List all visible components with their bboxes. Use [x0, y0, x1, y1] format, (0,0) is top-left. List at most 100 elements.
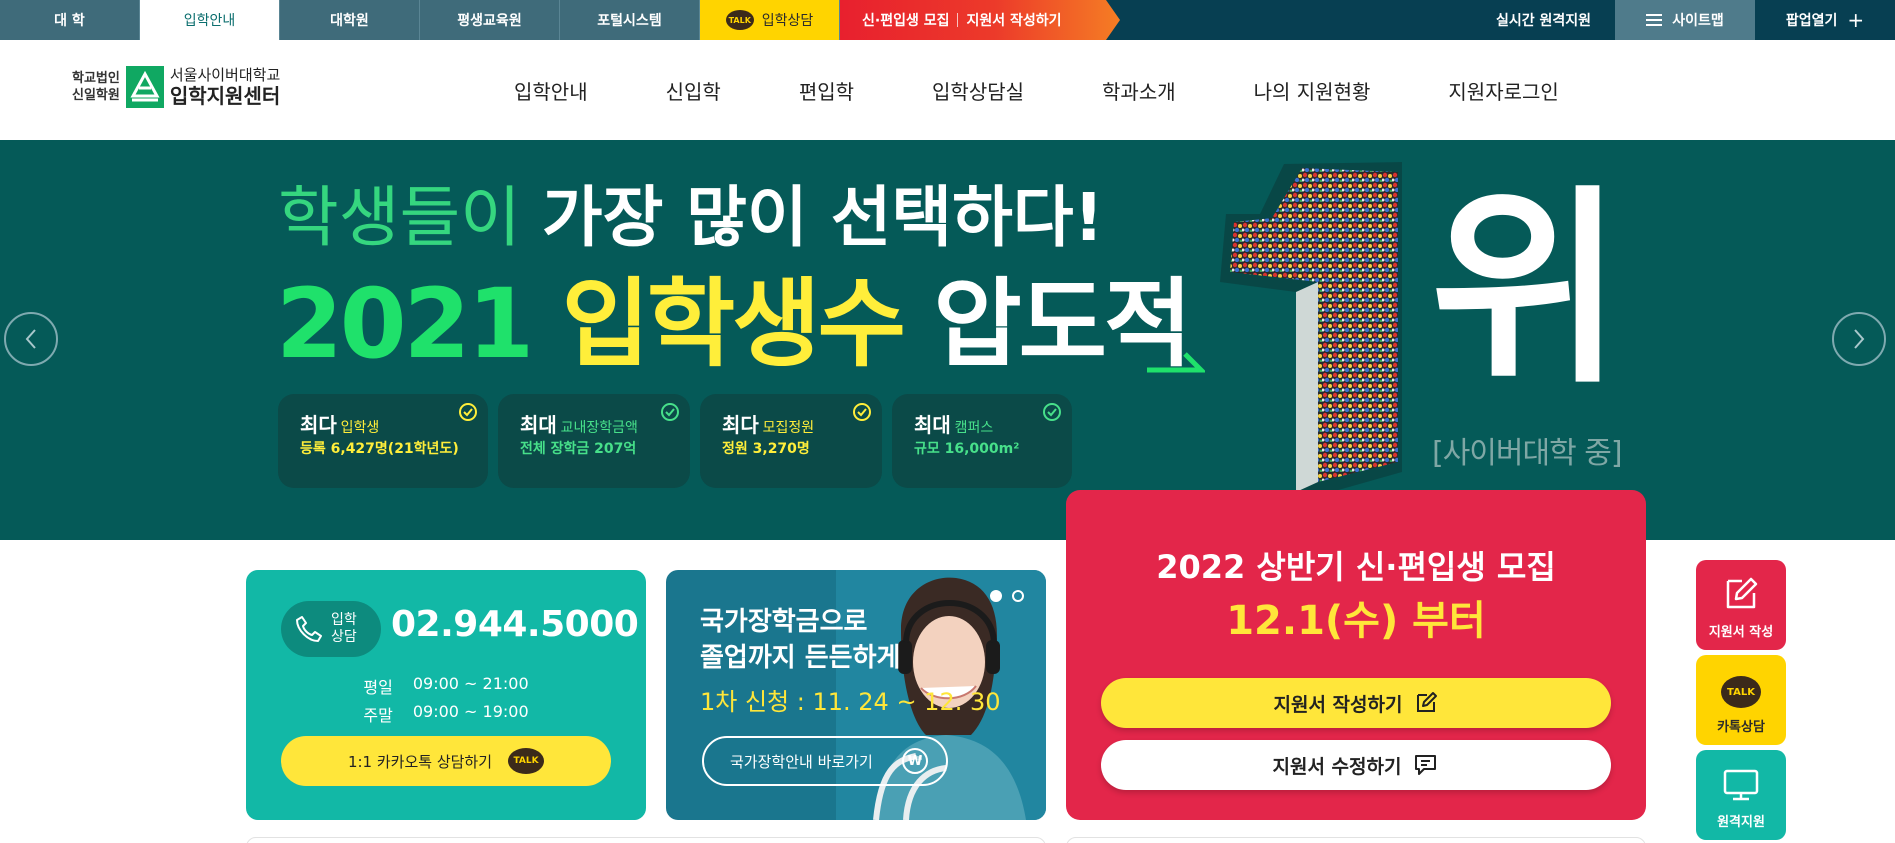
- slide-dot[interactable]: [1012, 590, 1024, 602]
- write-application-button[interactable]: 지원서 작성하기: [1101, 678, 1611, 728]
- kakao-talk-icon: TALK: [508, 748, 545, 774]
- stat-max: 최다: [722, 413, 759, 437]
- recruit-promo-link[interactable]: 신·편입생 모집 지원서 작성하기: [840, 0, 1120, 40]
- stat-max: 최대: [914, 413, 951, 437]
- slide-dot[interactable]: [990, 590, 1002, 602]
- tab-admission-guide[interactable]: 입학안내: [140, 0, 280, 40]
- tab-lifelong-education[interactable]: 평생교육원: [420, 0, 560, 40]
- kakao-counsel-button[interactable]: 1:1 카카오톡 상담하기 TALK: [281, 736, 611, 786]
- scholarship-headline-line1: 국가장학금으로: [700, 607, 868, 637]
- hours-row-weekend: 주말 09:00 ~ 19:00: [363, 702, 528, 726]
- check-circle-icon: [853, 403, 871, 421]
- slide-prev-button[interactable]: [4, 312, 58, 366]
- edit-application-label: 지원서 수정하기: [1272, 755, 1402, 778]
- scholarship-headline: 국가장학금으로 졸업까지 든든하게: [700, 604, 900, 676]
- slide-pagination: [990, 590, 1024, 602]
- recruitment-date: 12.1(수) 부터: [1226, 598, 1486, 644]
- slide-next-button[interactable]: [1832, 312, 1886, 366]
- hours-row-weekday: 평일 09:00 ~ 21:00: [363, 674, 528, 698]
- counsel-pill-label: 입학 상담: [331, 612, 357, 646]
- quick-remote-support[interactable]: 원격지원: [1696, 750, 1786, 840]
- quick-kakao-label: 카톡상담: [1717, 720, 1765, 735]
- edit-icon: [1417, 692, 1438, 712]
- check-circle-icon: [459, 403, 477, 421]
- stat-card: 최다 입학생 등록 6,427명(21학년도): [278, 394, 488, 488]
- hero-subheadline: 2021 입학생수 압도적: [276, 272, 1192, 376]
- stat-label: 교내장학금액: [560, 420, 638, 436]
- tab-graduate-school[interactable]: 대학원: [280, 0, 420, 40]
- nav-counsel-room[interactable]: 입학상담실: [893, 76, 1063, 105]
- stat-value: 전체 장학금 207억: [520, 441, 637, 457]
- phone-icon: [296, 616, 322, 642]
- stat-heading: 최대 교내장학금액: [520, 414, 672, 439]
- nav-departments[interactable]: 학과소개: [1063, 76, 1215, 105]
- underline-arrow-icon: [1147, 352, 1205, 373]
- nav-my-application-status[interactable]: 나의 지원현황: [1215, 76, 1410, 105]
- tab-portal-system[interactable]: 포털시스템: [560, 0, 700, 40]
- top-utility-bar: 대 학 입학안내 대학원 평생교육원 포털시스템 TALK 입학상담 신·편입생…: [0, 0, 1895, 40]
- scholarship-guide-label: 국가장학안내 바로가기: [730, 752, 873, 771]
- stat-value: 규모 16,000m²: [914, 441, 1020, 457]
- university-emblem-icon: [125, 66, 164, 108]
- chat-edit-icon: [1415, 755, 1437, 775]
- stat-label: 캠퍼스: [954, 420, 994, 436]
- stat-value: 정원 3,270명: [722, 441, 810, 457]
- recruitment-title: 2022 상반기 신·편입생 모집: [1156, 548, 1556, 586]
- scholarship-guide-button[interactable]: 국가장학안내 바로가기 ₩: [702, 736, 948, 786]
- scholarship-headline-line2: 졸업까지 든든하게: [700, 643, 901, 673]
- hero-year: 2021: [276, 268, 534, 380]
- hours-time: 09:00 ~ 21:00: [412, 674, 529, 693]
- site-logo[interactable]: 학교법인 신일학원 서울사이버대학교 입학지원센터: [72, 66, 280, 108]
- quick-remote-label: 원격지원: [1717, 815, 1765, 830]
- nav-applicant-login[interactable]: 지원자로그인: [1409, 76, 1597, 105]
- content-card-edge: [246, 837, 1046, 843]
- remote-support-link[interactable]: 실시간 원격지원: [1472, 0, 1615, 40]
- main-navigation: 입학안내 신입학 편입학 입학상담실 학과소개 나의 지원현황 지원자로그인: [475, 40, 1598, 140]
- quick-write-application[interactable]: 지원서 작성: [1696, 560, 1786, 650]
- sitemap-button[interactable]: 사이트맵: [1615, 0, 1755, 40]
- counsel-phone-number[interactable]: 02.944.5000: [391, 604, 639, 645]
- logo-center: 입학지원센터: [169, 84, 281, 108]
- logo-university: 서울사이버대학교: [169, 66, 281, 84]
- hero-enrollment-text: 입학생수: [561, 268, 906, 380]
- tab-university[interactable]: 대 학: [0, 0, 140, 40]
- quick-kakao-counsel[interactable]: TALK 카톡상담: [1696, 655, 1786, 745]
- edit-application-button[interactable]: 지원서 수정하기: [1101, 740, 1611, 790]
- stat-card: 최대 교내장학금액 전체 장학금 207억: [498, 394, 690, 488]
- hero-stats: 최다 입학생 등록 6,427명(21학년도) 최대 교내장학금액 전체 장학금…: [278, 394, 1072, 488]
- won-icon: ₩: [902, 748, 928, 774]
- plus-icon: +: [1847, 8, 1865, 32]
- promo-divider: [957, 13, 959, 27]
- logo-corp: 학교법인 신일학원: [72, 70, 120, 104]
- scholarship-period: 1차 신청 : 11. 24 ~ 12. 30: [700, 688, 1001, 716]
- hero-headline: 학생들이 가장 많이 선택하다!: [278, 180, 1104, 256]
- hero-rank-note: [사이버대학 중]: [1432, 436, 1623, 471]
- check-circle-icon: [1043, 403, 1061, 421]
- tab-admission-counsel[interactable]: TALK 입학상담: [700, 0, 840, 40]
- phone-counsel-box: 입학 상담 02.944.5000 평일 09:00 ~ 21:00 주말 09…: [246, 570, 646, 820]
- monitor-icon: [1723, 769, 1759, 801]
- hero-rank-word: 위: [1430, 167, 1624, 412]
- content-card-edge: [1066, 837, 1646, 843]
- stat-label: 모집정원: [762, 420, 815, 436]
- counsel-phone-pill: 입학 상담: [281, 601, 381, 657]
- logo-names: 서울사이버대학교 입학지원센터: [170, 66, 280, 108]
- scholarship-banner: 국가장학금으로 졸업까지 든든하게 1차 신청 : 11. 24 ~ 12. 3…: [666, 570, 1046, 820]
- popup-label: 팝업열기: [1785, 13, 1838, 29]
- hours-day: 평일: [363, 678, 393, 697]
- pill-line2: 상담: [331, 629, 357, 645]
- nav-freshman[interactable]: 신입학: [627, 76, 760, 105]
- chevron-right-icon: [1854, 329, 1865, 349]
- quick-write-label: 지원서 작성: [1708, 625, 1774, 640]
- hero-banner: 학생들이 가장 많이 선택하다! 2021 입학생수 압도적 위 [사이버대학 …: [0, 140, 1895, 540]
- admissions-page: 대 학 입학안내 대학원 평생교육원 포털시스템 TALK 입학상담 신·편입생…: [0, 0, 1895, 843]
- nav-admission-guide[interactable]: 입학안내: [475, 76, 627, 105]
- stat-card: 최대 캠퍼스 규모 16,000m²: [892, 394, 1072, 488]
- logo-corp-line1: 학교법인: [72, 71, 120, 86]
- kakao-talk-icon: TALK: [1721, 676, 1761, 708]
- kakao-counsel-label: 1:1 카카오톡 상담하기: [347, 752, 493, 771]
- open-popup-button[interactable]: 팝업열기 +: [1755, 0, 1895, 40]
- nav-transfer[interactable]: 편입학: [760, 76, 893, 105]
- recruitment-apply-box: 2022 상반기 신·편입생 모집 12.1(수) 부터 지원서 작성하기 지원…: [1066, 490, 1646, 820]
